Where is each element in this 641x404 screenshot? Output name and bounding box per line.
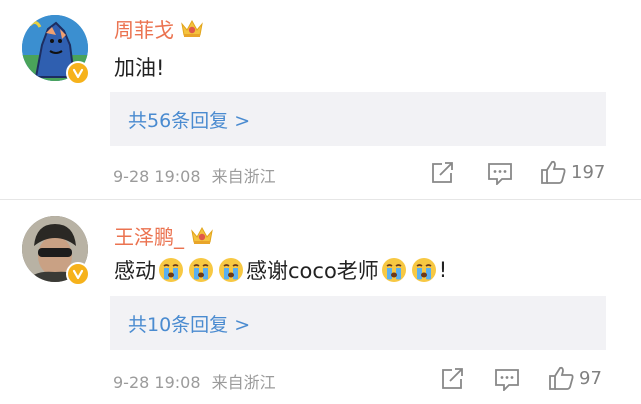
- username-text[interactable]: 王泽鹏_: [114, 221, 184, 250]
- comment-text: 感动 感谢coco老师 !: [114, 257, 448, 283]
- share-button[interactable]: [440, 367, 466, 391]
- like-button[interactable]: 197: [539, 159, 605, 185]
- comment-date: 9-28 19:08: [113, 167, 201, 186]
- comment-meta: 9-28 19:08 来自浙江: [113, 369, 276, 393]
- crying-face-emoji: [381, 257, 407, 283]
- comment-button[interactable]: [494, 367, 520, 391]
- comment-button[interactable]: [487, 161, 513, 185]
- share-icon: [442, 368, 463, 389]
- crown-icon: [180, 18, 204, 38]
- like-button[interactable]: 97: [547, 365, 602, 391]
- like-count: 97: [579, 367, 602, 389]
- avatar-photo: [22, 216, 88, 282]
- like-count: 197: [571, 161, 606, 183]
- share-icon: [432, 162, 453, 183]
- comment-text: 加油!: [114, 56, 165, 80]
- comment-source: 来自浙江: [211, 167, 276, 186]
- avatar[interactable]: [22, 216, 88, 282]
- verified-badge-icon: [66, 61, 90, 85]
- comment-meta: 9-28 19:08 来自浙江: [113, 163, 276, 187]
- crown-icon: [190, 225, 214, 245]
- reply-summary-box[interactable]: 共10条回复 >: [110, 296, 606, 350]
- comment-item: 周菲戈 加油! 共56条回复 > 9-28 19:08 来自浙江 197: [0, 0, 641, 200]
- username[interactable]: 王泽鹏_: [114, 221, 214, 249]
- view-replies-link[interactable]: 共56条回复 >: [128, 106, 250, 133]
- username-text[interactable]: 周菲戈: [114, 14, 174, 43]
- comment-icon: [488, 163, 512, 185]
- view-replies-link[interactable]: 共10条回复 >: [128, 310, 250, 337]
- comment-date: 9-28 19:08: [113, 373, 201, 392]
- crying-face-emoji: [188, 257, 214, 283]
- reply-summary-box[interactable]: 共56条回复 >: [110, 92, 606, 146]
- crying-face-emoji: [158, 257, 184, 283]
- share-button[interactable]: [430, 161, 456, 185]
- thumbs-up-icon: [549, 366, 574, 390]
- divider: [0, 199, 641, 200]
- thumbs-up-icon: [541, 160, 566, 184]
- crying-face-emoji: [411, 257, 437, 283]
- comment-source: 来自浙江: [211, 373, 276, 392]
- comment-icon: [495, 369, 519, 391]
- crying-face-emoji: [218, 257, 244, 283]
- username[interactable]: 周菲戈: [114, 14, 204, 42]
